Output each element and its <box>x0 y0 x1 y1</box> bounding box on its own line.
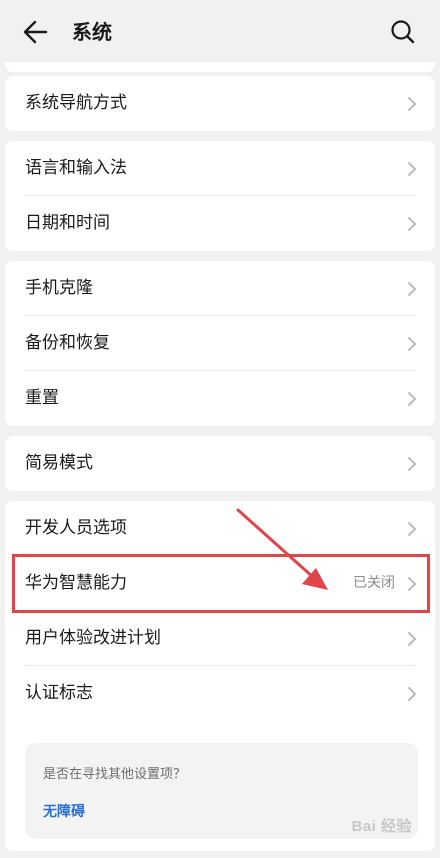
chevron-right-icon <box>408 522 416 536</box>
accessibility-link[interactable]: 无障碍 <box>43 801 85 821</box>
setting-label: 系统导航方式 <box>25 93 127 113</box>
chevron-right-icon <box>408 97 416 111</box>
setting-reset[interactable]: 重置 <box>5 371 435 426</box>
setting-label: 手机克隆 <box>25 278 93 298</box>
setting-status-value: 已关闭 <box>353 575 395 591</box>
search-icon <box>391 20 415 44</box>
watermark-logo: Bai 经验 <box>351 818 412 835</box>
chevron-right-icon <box>408 457 416 471</box>
setting-label: 开发人员选项 <box>25 518 127 538</box>
chevron-right-icon <box>408 337 416 351</box>
setting-label: 认证标志 <box>25 683 93 703</box>
chevron-right-icon <box>408 392 416 406</box>
setting-simple-mode[interactable]: 简易模式 <box>5 436 435 491</box>
settings-group-navigation: 系统导航方式 <box>5 76 435 131</box>
setting-phone-clone[interactable]: 手机克隆 <box>5 261 435 316</box>
back-button[interactable] <box>18 16 58 48</box>
setting-date-time[interactable]: 日期和时间 <box>5 196 435 251</box>
setting-user-experience-program[interactable]: 用户体验改进计划 <box>5 611 435 666</box>
settings-group-language: 语言和输入法 日期和时间 <box>5 141 435 251</box>
page-title: 系统 <box>72 20 112 44</box>
chevron-right-icon <box>408 632 416 646</box>
setting-label: 华为智慧能力 <box>25 573 127 593</box>
scrolled-card-bottom <box>5 62 435 72</box>
search-button[interactable] <box>386 15 420 49</box>
setting-label: 日期和时间 <box>25 213 110 233</box>
arrow-left-icon <box>23 20 48 44</box>
setting-label: 用户体验改进计划 <box>25 628 161 648</box>
setting-label: 重置 <box>25 388 59 408</box>
settings-group-simple-mode: 简易模式 <box>5 436 435 491</box>
chevron-right-icon <box>408 282 416 296</box>
setting-system-navigation[interactable]: 系统导航方式 <box>5 76 435 131</box>
setting-backup-restore[interactable]: 备份和恢复 <box>5 316 435 371</box>
setting-label: 简易模式 <box>25 453 93 473</box>
suggestion-question: 是否在寻找其他设置项？ <box>43 767 187 782</box>
setting-language-input[interactable]: 语言和输入法 <box>5 141 435 196</box>
chevron-right-icon <box>408 162 416 176</box>
setting-certification-logos[interactable]: 认证标志 <box>5 666 435 721</box>
chevron-right-icon <box>408 217 416 231</box>
setting-label: 语言和输入法 <box>25 158 127 178</box>
chevron-right-icon <box>408 577 416 591</box>
setting-huawei-intelligence[interactable]: 华为智慧能力 已关闭 <box>5 556 435 611</box>
chevron-right-icon <box>408 687 416 701</box>
settings-group-backup: 手机克隆 备份和恢复 重置 <box>5 261 435 426</box>
setting-label: 备份和恢复 <box>25 333 110 353</box>
app-header: 系统 <box>0 0 440 62</box>
setting-developer-options[interactable]: 开发人员选项 <box>5 501 435 556</box>
